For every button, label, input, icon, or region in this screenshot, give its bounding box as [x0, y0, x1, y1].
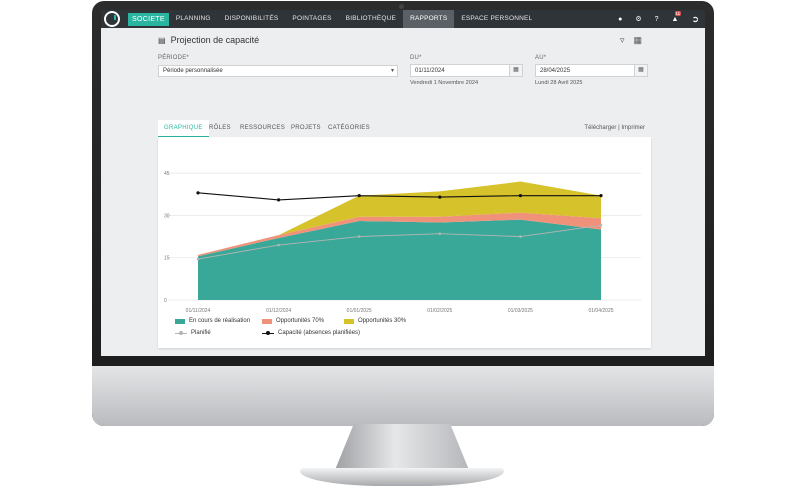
help-icon[interactable]: ? [655, 16, 659, 23]
legend-label: Capacité (absences planifiées) [278, 330, 361, 336]
y-tick-label: 15 [164, 256, 170, 262]
point-capacite [196, 191, 200, 195]
nav-rapports[interactable]: RAPPORTS [403, 10, 455, 28]
nav-planning[interactable]: PLANNING [169, 10, 218, 28]
x-tick-label: 01/01/2025 [347, 308, 372, 314]
y-tick-label: 0 [164, 298, 167, 304]
chevron-down-icon: ▾ [390, 68, 394, 74]
nav-disponibilites[interactable]: DISPONIBILITÉS [218, 10, 286, 28]
legend-label: Opportunités 30% [358, 318, 407, 324]
du-date-input[interactable]: 01/11/2024 [410, 64, 510, 77]
page-title: Projection de capacité [170, 35, 260, 45]
company-selector[interactable]: SOCIETE [128, 12, 169, 26]
monitor-frame: SOCIETE PLANNING DISPONIBILITÉS POINTAGE… [92, 1, 714, 426]
legend-label: Planifié [191, 330, 211, 336]
legend-planifie[interactable]: Planifié [175, 330, 211, 336]
point-planifie [519, 235, 522, 238]
legend-en-cours[interactable]: En cours de réalisation [175, 318, 250, 324]
point-capacite [277, 198, 281, 202]
monitor-chin [92, 366, 714, 426]
x-tick-label: 01/02/2025 [427, 308, 452, 314]
y-tick-label: 45 [164, 171, 170, 177]
chart-icon: ▤ [158, 35, 166, 45]
point-capacite [438, 195, 442, 199]
legend-swatch [262, 318, 272, 324]
bell-icon: ▲ [671, 15, 679, 23]
logout-icon[interactable]: ➲ [691, 14, 699, 25]
legend-opp30[interactable]: Opportunités 30% [344, 318, 406, 324]
point-capacite [518, 194, 522, 198]
tab-graphique[interactable]: GRAPHIQUE [158, 120, 209, 137]
notifications-button[interactable]: ▲ 11 [671, 10, 682, 23]
point-capacite [599, 194, 603, 198]
du-label: DU* [410, 55, 422, 61]
print-link[interactable]: Imprimer [621, 125, 645, 131]
report-tabs: GRAPHIQUE RÔLES RESSOURCES PROJETS CATÉG… [158, 120, 651, 137]
tab-ressources[interactable]: RESSOURCES [240, 120, 285, 137]
settings-icon[interactable]: ⚙ [635, 15, 641, 23]
point-capacite [357, 194, 361, 198]
legend-swatch [262, 330, 274, 336]
area-en-cours [198, 219, 601, 300]
filter-icon[interactable]: ▿ [620, 35, 625, 46]
monitor-base [300, 468, 504, 486]
monitor-stand [335, 424, 469, 470]
nav-bibliotheque[interactable]: BIBLIOTHÈQUE [339, 10, 403, 28]
au-label: AU* [535, 55, 547, 61]
point-planifie [196, 257, 200, 261]
top-navbar: SOCIETE PLANNING DISPONIBILITÉS POINTAGE… [101, 10, 705, 28]
legend-swatch [175, 318, 185, 324]
link-separator: | [618, 125, 620, 131]
au-date-text: Lundi 28 Avril 2025 [535, 80, 583, 86]
tab-projets[interactable]: PROJETS [291, 120, 321, 137]
download-link[interactable]: Télécharger [584, 125, 616, 131]
columns-icon[interactable]: ▦ [634, 35, 643, 46]
point-planifie [357, 235, 361, 238]
au-date-input[interactable]: 28/04/2025 [535, 64, 635, 77]
point-planifie [599, 223, 603, 227]
tab-categories[interactable]: CATÉGORIES [328, 120, 370, 137]
du-calendar-icon[interactable]: ▦ [509, 64, 523, 77]
legend-label: En cours de réalisation [189, 318, 251, 324]
periode-value: Période personnalisée [163, 68, 223, 74]
du-date-text: Vendredi 1 Novembre 2024 [410, 80, 479, 86]
legend-capacite[interactable]: Capacité (absences planifiées) [262, 330, 360, 336]
legend-swatch [175, 330, 187, 336]
point-planifie [277, 243, 280, 247]
tab-roles[interactable]: RÔLES [209, 120, 231, 137]
y-tick-label: 30 [164, 213, 170, 219]
nav-espace-personnel[interactable]: ESPACE PERSONNEL [454, 10, 539, 28]
chart-card: 0 15 30 45 01/11/2024 01/12/2024 01/01/2025 01/… [158, 137, 651, 348]
periode-select[interactable]: Période personnalisée ▾ [158, 65, 398, 77]
x-tick-label: 01/04/2025 [588, 308, 613, 314]
legend-label: Opportunités 70% [276, 318, 325, 324]
notification-badge: 11 [674, 10, 682, 16]
screen: SOCIETE PLANNING DISPONIBILITÉS POINTAGE… [101, 10, 705, 356]
x-tick-label: 01/12/2024 [266, 308, 291, 314]
au-calendar-icon[interactable]: ▦ [634, 64, 648, 77]
user-icon[interactable]: ● [618, 16, 622, 23]
legend-swatch [344, 318, 354, 324]
periode-label: PÉRIODE* [158, 55, 189, 61]
capacity-chart: 0 15 30 45 01/11/2024 01/12/2024 01/01/2025 01/… [164, 171, 641, 314]
x-tick-label: 01/11/2024 [186, 308, 211, 314]
point-planifie [438, 232, 442, 236]
webcam [399, 4, 404, 9]
x-tick-label: 01/03/2025 [508, 308, 533, 314]
nav-pointages[interactable]: POINTAGES [285, 10, 338, 28]
app-logo-icon[interactable] [104, 11, 120, 27]
legend-opp70[interactable]: Opportunités 70% [262, 318, 324, 324]
